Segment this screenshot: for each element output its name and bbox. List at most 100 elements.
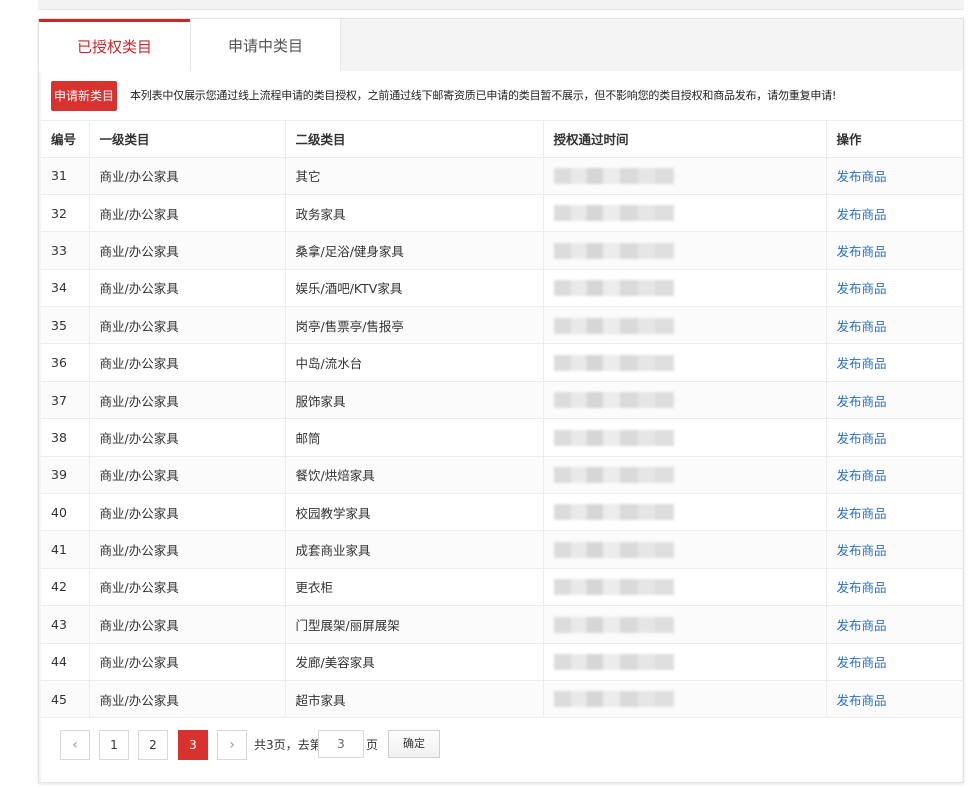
- cell-level1: 商业/办公家具: [89, 530, 286, 569]
- redacted-time: [553, 654, 674, 671]
- goto-page-input[interactable]: 3: [318, 730, 364, 758]
- cell-level1: 商业/办公家具: [89, 568, 286, 607]
- publish-product-link[interactable]: 发布商品: [837, 319, 887, 334]
- category-table: 编号 一级类目 二级类目 授权通过时间 操作 31 商业/办公家具 其它 发布商品 32…: [41, 121, 962, 719]
- cell-action: 发布商品: [826, 269, 962, 308]
- redacted-time: [553, 616, 674, 633]
- cell-level1: 商业/办公家具: [89, 643, 286, 681]
- publish-product-link[interactable]: 发布商品: [837, 394, 887, 409]
- cell-id: 32: [41, 194, 90, 233]
- table-row: 43 商业/办公家具 门型展架/丽屏展架 发布商品: [41, 605, 962, 644]
- publish-product-link[interactable]: 发布商品: [837, 506, 887, 521]
- redacted-time: [553, 167, 674, 184]
- cell-action: 发布商品: [826, 568, 962, 607]
- table-row: 35 商业/办公家具 岗亭/售票亭/售报亭 发布商品: [41, 306, 962, 345]
- page-button-1[interactable]: 1: [99, 730, 129, 760]
- redacted-time: [553, 504, 674, 521]
- cell-id: 35: [41, 306, 90, 345]
- redacted-time: [553, 429, 674, 446]
- publish-product-link[interactable]: 发布商品: [837, 580, 887, 595]
- publish-product-link[interactable]: 发布商品: [837, 655, 887, 670]
- cell-action: 发布商品: [826, 530, 962, 569]
- category-panel: 已授权类目 申请中类目 申请新类目 本列表中仅展示您通过线上流程申请的类目授权，…: [38, 18, 964, 783]
- cell-id: 38: [41, 418, 90, 457]
- cell-id: 37: [41, 381, 90, 420]
- header-approved-time: 授权通过时间: [543, 121, 827, 158]
- notice-text: 本列表中仅展示您通过线上流程申请的类目授权，之前通过线下邮寄资质已申请的类目暂不…: [130, 89, 837, 102]
- cell-level2: 校园教学家具: [285, 493, 544, 532]
- tab-content: 申请新类目 本列表中仅展示您通过线上流程申请的类目授权，之前通过线下邮寄资质已申…: [41, 71, 962, 782]
- pagination: ‹ 1 2 3 › 共3页，去第 3 页 确定: [41, 682, 962, 782]
- publish-product-link[interactable]: 发布商品: [837, 356, 887, 371]
- cell-approved-time: [543, 493, 827, 532]
- publish-product-link[interactable]: 发布商品: [837, 244, 887, 259]
- cell-id: 42: [41, 568, 90, 607]
- cell-id: 44: [41, 643, 90, 681]
- tab-pending-categories[interactable]: 申请中类目: [190, 19, 341, 71]
- cell-level2: 政务家具: [285, 194, 544, 233]
- table-row: 33 商业/办公家具 桑拿/足浴/健身家具 发布商品: [41, 231, 962, 270]
- tab-bar: 已授权类目 申请中类目: [39, 19, 963, 71]
- cell-approved-time: [543, 456, 827, 495]
- cell-level1: 商业/办公家具: [89, 605, 286, 644]
- cell-level2: 中岛/流水台: [285, 343, 544, 382]
- cell-action: 发布商品: [826, 194, 962, 233]
- page-button-3[interactable]: 3: [178, 730, 208, 760]
- table-row: 32 商业/办公家具 政务家具 发布商品: [41, 194, 962, 233]
- cell-level2: 其它: [285, 157, 544, 195]
- publish-product-link[interactable]: 发布商品: [837, 543, 887, 558]
- redacted-time: [553, 280, 674, 297]
- publish-product-link[interactable]: 发布商品: [837, 207, 887, 222]
- cell-action: 发布商品: [826, 343, 962, 382]
- cell-action: 发布商品: [826, 643, 962, 681]
- publish-product-link[interactable]: 发布商品: [837, 468, 887, 483]
- cell-action: 发布商品: [826, 418, 962, 457]
- cell-id: 41: [41, 530, 90, 569]
- cell-action: 发布商品: [826, 231, 962, 270]
- cell-id: 43: [41, 605, 90, 644]
- redacted-time: [553, 467, 674, 484]
- confirm-button[interactable]: 确定: [388, 730, 440, 758]
- apply-new-category-button[interactable]: 申请新类目: [51, 81, 117, 111]
- publish-product-link[interactable]: 发布商品: [837, 618, 887, 633]
- cell-action: 发布商品: [826, 157, 962, 195]
- header-level1: 一级类目: [89, 121, 286, 158]
- cell-approved-time: [543, 568, 827, 607]
- total-pages-text: 共3页，去第: [254, 738, 322, 752]
- cell-level2: 岗亭/售票亭/售报亭: [285, 306, 544, 345]
- cell-level2: 娱乐/酒吧/KTV家具: [285, 269, 544, 308]
- cell-level1: 商业/办公家具: [89, 157, 286, 195]
- tab-authorized-categories[interactable]: 已授权类目: [39, 19, 190, 71]
- chevron-right-icon[interactable]: ›: [217, 730, 247, 760]
- notice-bar: 申请新类目 本列表中仅展示您通过线上流程申请的类目授权，之前通过线下邮寄资质已申…: [41, 71, 962, 121]
- cell-level1: 商业/办公家具: [89, 269, 286, 308]
- table-row: 31 商业/办公家具 其它 发布商品: [41, 157, 962, 195]
- cell-level1: 商业/办公家具: [89, 381, 286, 420]
- page-button-2[interactable]: 2: [138, 730, 168, 760]
- redacted-time: [553, 242, 674, 259]
- cell-id: 40: [41, 493, 90, 532]
- cell-action: 发布商品: [826, 493, 962, 532]
- cell-level1: 商业/办公家具: [89, 493, 286, 532]
- publish-product-link[interactable]: 发布商品: [837, 281, 887, 296]
- cell-approved-time: [543, 381, 827, 420]
- cell-action: 发布商品: [826, 605, 962, 644]
- publish-product-link[interactable]: 发布商品: [837, 169, 887, 184]
- table-row: 42 商业/办公家具 更衣柜 发布商品: [41, 568, 962, 607]
- cell-level1: 商业/办公家具: [89, 456, 286, 495]
- redacted-time: [553, 579, 674, 596]
- cell-id: 34: [41, 269, 90, 308]
- table-row: 41 商业/办公家具 成套商业家具 发布商品: [41, 530, 962, 569]
- table-row: 37 商业/办公家具 服饰家具 发布商品: [41, 381, 962, 420]
- cell-level2: 桑拿/足浴/健身家具: [285, 231, 544, 270]
- cell-level1: 商业/办公家具: [89, 418, 286, 457]
- top-strip: [38, 0, 964, 10]
- table-row: 39 商业/办公家具 餐饮/烘焙家具 发布商品: [41, 456, 962, 495]
- table-row: 44 商业/办公家具 发廊/美容家具 发布商品: [41, 643, 962, 681]
- table-body: 31 商业/办公家具 其它 发布商品 32 商业/办公家具 政务家具 发布商品 33 商业/办公家…: [41, 157, 962, 719]
- cell-approved-time: [543, 269, 827, 308]
- chevron-left-icon[interactable]: ‹: [60, 730, 90, 760]
- cell-id: 36: [41, 343, 90, 382]
- table-row: 36 商业/办公家具 中岛/流水台 发布商品: [41, 343, 962, 382]
- publish-product-link[interactable]: 发布商品: [837, 431, 887, 446]
